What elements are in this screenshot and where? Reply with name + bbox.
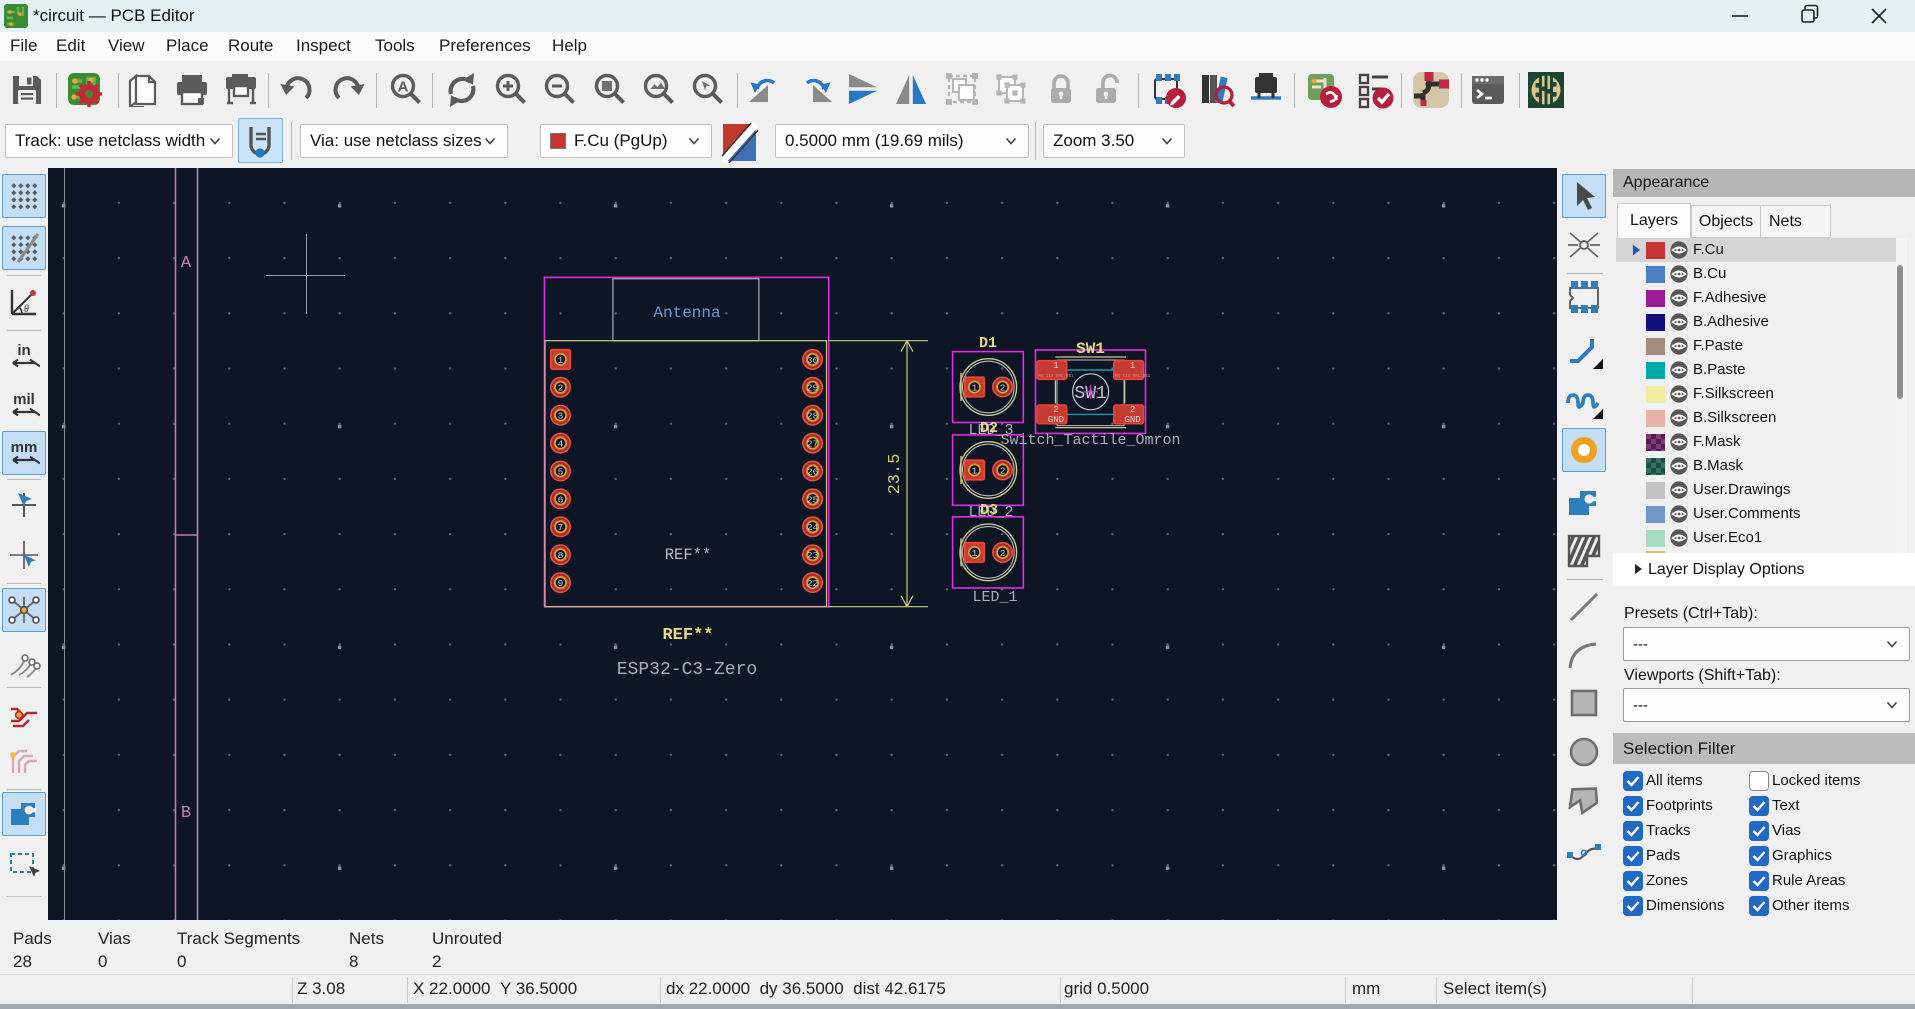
svg-text:M4 I14 VRL_R51: M4 I14 VRL_R51 (1115, 375, 1151, 379)
svg-text:GND: GND (1048, 415, 1064, 425)
svg-text:5: 5 (558, 466, 564, 477)
svg-text:in: in (17, 342, 30, 359)
svg-text:1: 1 (972, 382, 978, 393)
svg-text:2: 2 (1000, 548, 1006, 559)
svg-text:SW1: SW1 (1076, 340, 1105, 358)
svg-text:3: 3 (558, 411, 564, 422)
svg-text:ESP32-C3-Zero: ESP32-C3-Zero (617, 660, 757, 680)
svg-text:2: 2 (1000, 465, 1006, 476)
svg-text:27: 27 (807, 439, 818, 450)
svg-text:1: 1 (558, 355, 564, 366)
svg-text:9: 9 (558, 578, 564, 589)
svg-text:B: B (181, 804, 191, 823)
svg-text:A: A (398, 79, 409, 96)
svg-text:LED_1: LED_1 (972, 589, 1017, 606)
svg-text:23: 23 (807, 550, 819, 561)
svg-text:28: 28 (807, 411, 819, 422)
svg-text:REF**: REF** (665, 546, 712, 564)
svg-text:M4 I14 VRL_R51: M4 I14 VRL_R51 (1038, 375, 1074, 379)
svg-text:8: 8 (558, 550, 564, 561)
svg-text:29: 29 (807, 383, 819, 394)
svg-text:1: 1 (972, 465, 978, 476)
svg-text:GND: GND (1124, 415, 1140, 425)
svg-text:4: 4 (558, 439, 564, 450)
svg-text:2: 2 (1053, 405, 1058, 415)
svg-text:Antenna: Antenna (653, 304, 721, 322)
svg-text:Switch_Tactile_Omron: Switch_Tactile_Omron (1000, 432, 1180, 449)
svg-text:25: 25 (807, 494, 819, 505)
svg-text:7: 7 (558, 522, 564, 533)
svg-text:mil: mil (13, 391, 35, 408)
svg-text:D1: D1 (979, 335, 997, 352)
svg-text:A: A (181, 254, 192, 273)
svg-text:2: 2 (1000, 382, 1006, 393)
svg-text:2: 2 (558, 383, 564, 394)
svg-text:6: 6 (558, 494, 564, 505)
svg-text:1: 1 (1053, 361, 1058, 371)
svg-text:D2: D2 (980, 420, 998, 437)
svg-text:30: 30 (807, 355, 819, 366)
svg-text:23.5: 23.5 (886, 454, 905, 495)
svg-text:1: 1 (1130, 361, 1135, 371)
svg-text:22: 22 (807, 578, 819, 589)
svg-text:26: 26 (807, 466, 819, 477)
svg-text:REF**: REF** (662, 626, 713, 645)
svg-text:24: 24 (807, 522, 819, 533)
svg-text:1: 1 (972, 548, 978, 559)
svg-text:D3: D3 (980, 502, 998, 519)
svg-text:2: 2 (1130, 405, 1135, 415)
svg-text:θ: θ (24, 304, 29, 315)
svg-text:mm: mm (11, 439, 38, 456)
